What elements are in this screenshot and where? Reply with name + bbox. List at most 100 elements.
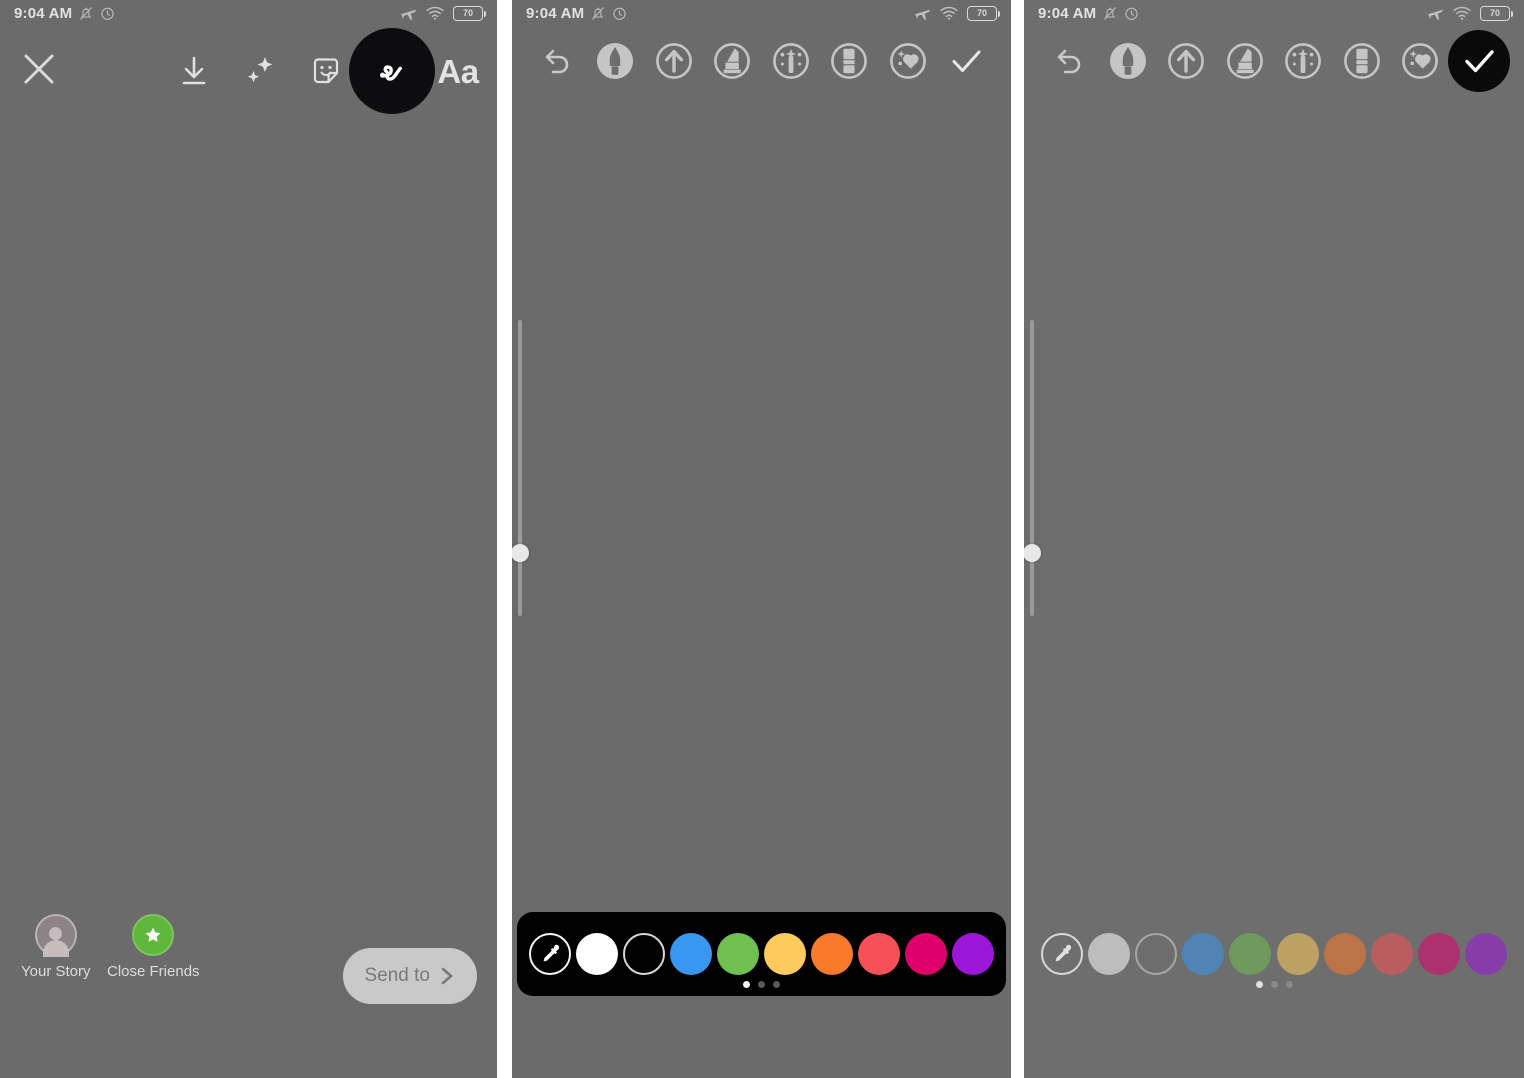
color-swatch-red[interactable] [1370,933,1413,975]
alarm-clock-icon [613,7,627,20]
done-check-icon [1465,50,1494,73]
your-story-label: Your Story [21,963,91,980]
battery-icon: 70 [453,5,487,21]
color-swatch-magenta[interactable] [905,933,947,975]
close-button[interactable] [20,50,58,88]
color-swatch-white[interactable] [1088,933,1131,975]
status-time: 9:04 AM [526,4,585,22]
eyedropper-button[interactable] [1041,933,1083,975]
color-swatch-orange[interactable] [811,933,853,975]
close-friends-badge [132,914,175,956]
heart-pen-button[interactable] [1397,38,1443,84]
phone-panel-2: 9:04 AM 70 [512,0,1011,1078]
page-dot[interactable] [773,981,780,988]
effects-button[interactable] [227,44,293,98]
avatar-body [42,939,69,957]
battery-icon: 70 [1480,5,1514,21]
wifi-icon [426,6,444,20]
color-swatch-blue[interactable] [670,933,712,975]
color-swatch-blue[interactable] [1182,933,1225,975]
avatar [34,914,77,957]
neon-pen-button[interactable] [768,38,814,84]
eraser-button[interactable] [826,38,872,84]
eyedropper-icon [543,944,560,962]
color-swatch-black[interactable] [1135,933,1178,975]
color-swatch-yellow[interactable] [764,933,806,975]
color-swatch-purple[interactable] [1464,933,1507,975]
undo-button[interactable] [534,38,580,84]
wifi-icon [940,6,958,20]
arrow-marker-icon [655,43,692,79]
airplane-mode-icon [915,9,930,21]
airplane-mode-icon [1428,9,1443,21]
neon-glow-pen-icon [772,43,809,79]
arrow-marker-button[interactable] [1163,38,1209,84]
page-dot[interactable] [743,981,750,988]
alarm-clock-icon [1125,7,1139,20]
battery-level: 70 [1489,7,1500,18]
close-friends-label: Close Friends [107,963,200,980]
color-palette-2 [517,912,1006,996]
status-bar-3: 9:04 AM 70 [1024,0,1524,26]
color-swatch-black[interactable] [623,933,665,975]
eraser-icon [831,43,868,79]
eraser-button[interactable] [1339,38,1385,84]
color-swatch-yellow[interactable] [1276,933,1319,975]
page-dot[interactable] [758,981,765,988]
arrow-marker-icon [1168,43,1205,79]
your-story-destination[interactable]: Your Story [21,914,91,980]
page-dot[interactable] [1255,981,1263,988]
color-swatch-red[interactable] [858,933,900,975]
color-palette-3 [1029,912,1519,996]
highlighter-icon [1226,43,1263,79]
share-bar: Your Story Close Friends Send to [0,914,497,1004]
battery-level: 70 [462,7,473,18]
download-icon [182,56,206,85]
undo-button[interactable] [1046,38,1092,84]
battery-level: 70 [976,7,987,18]
done-button[interactable] [943,38,989,84]
brush-size-knob[interactable] [1024,544,1041,562]
arrow-marker-button[interactable] [651,38,697,84]
star-icon [145,927,161,942]
done-button[interactable] [1447,30,1510,92]
status-bar-2: 9:04 AM 70 [512,0,1011,26]
palette-page-dots-3 [1029,981,1519,988]
color-swatch-green[interactable] [1229,933,1272,975]
sticker-heart-pen-icon [1402,43,1439,79]
status-bar-right: 70 [400,5,487,21]
undo-icon [545,49,569,74]
page-dot[interactable] [1270,981,1278,988]
wifi-icon [1453,6,1471,20]
drawing-toolbar-3 [1024,30,1524,92]
color-swatch-white[interactable] [576,933,618,975]
brush-size-slider-3[interactable] [1024,320,1041,616]
heart-pen-button[interactable] [885,38,931,84]
neon-pen-button[interactable] [1280,38,1326,84]
color-swatch-magenta[interactable] [1417,933,1460,975]
highlighter-button[interactable] [709,38,755,84]
neon-glow-pen-icon [1285,43,1322,79]
color-swatch-orange[interactable] [1323,933,1366,975]
drawing-toolbar-2 [512,30,1011,92]
brush-size-slider-2[interactable] [512,320,529,616]
eyedropper-icon [1055,944,1072,962]
eyedropper-button[interactable] [529,933,571,975]
text-button[interactable]: Aa [425,44,491,98]
effects-sparkle-icon [247,57,273,83]
pen-tool-button[interactable] [1105,38,1151,84]
close-friends-destination[interactable]: Close Friends [107,914,200,980]
avatar-head [49,927,63,940]
highlighter-button[interactable] [1222,38,1268,84]
pen-tool-button[interactable] [592,38,638,84]
done-check-icon [952,50,981,72]
color-swatch-green[interactable] [717,933,759,975]
color-swatch-purple[interactable] [952,933,994,975]
eraser-icon [1343,43,1380,79]
save-button[interactable] [161,44,227,98]
send-to-button[interactable]: Send to [342,948,477,1004]
page-dot[interactable] [1285,981,1293,988]
battery-icon: 70 [967,5,1001,21]
brush-size-knob[interactable] [512,544,529,562]
draw-button[interactable] [349,28,435,114]
